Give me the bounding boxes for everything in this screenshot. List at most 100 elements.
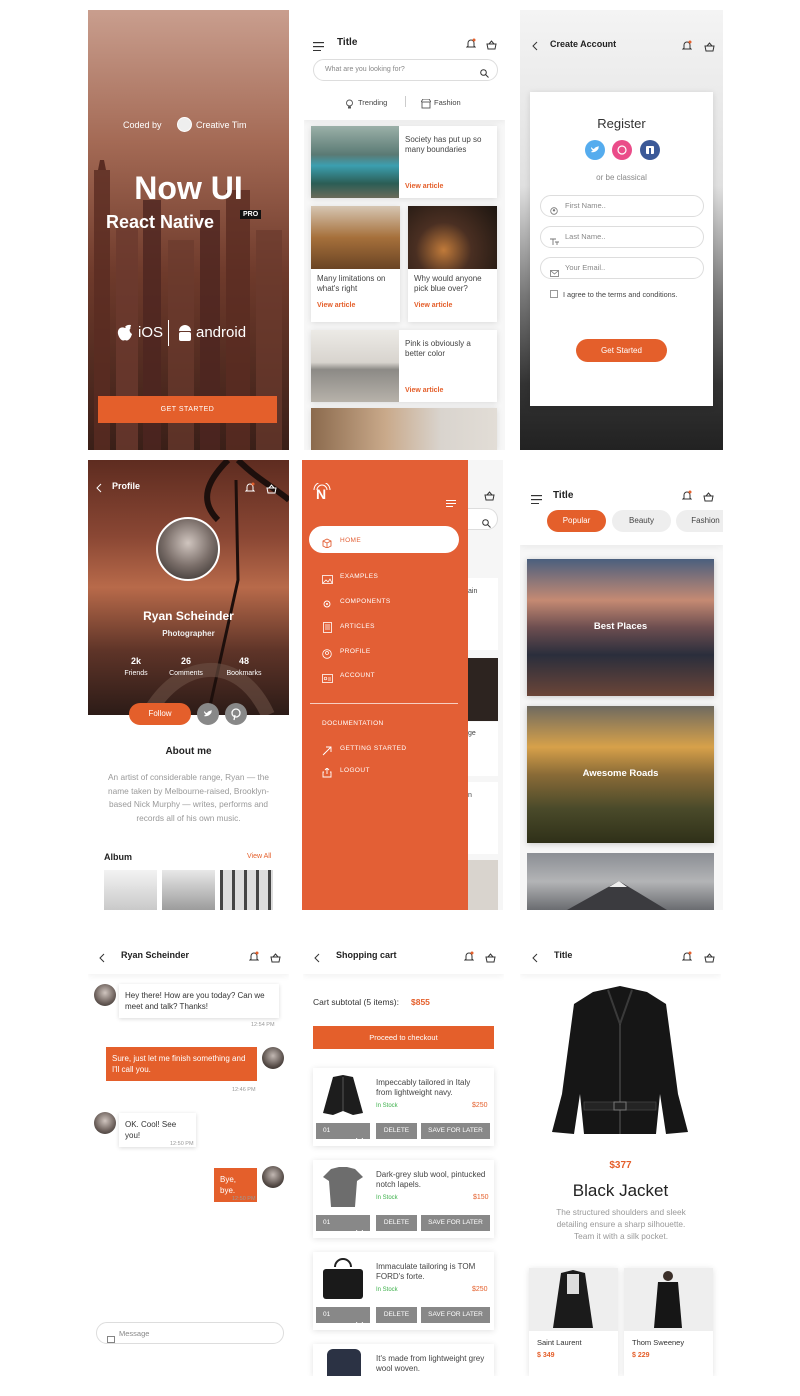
basket-icon[interactable] [703,489,714,507]
article-card-4[interactable]: Pink is obviously a better color View ar… [311,330,497,402]
article-text: Many limitations on what's right [317,274,386,293]
basket-icon[interactable] [486,37,497,55]
view-all-link[interactable]: View All [247,853,271,860]
first-name-field[interactable]: First Name.. [540,195,704,217]
menu-icon[interactable] [313,38,324,56]
bell-icon[interactable] [681,488,693,506]
article-card-3[interactable]: Why would anyone pick blue over? View ar… [408,206,497,322]
terms-label: I agree to the terms and conditions. [563,290,678,299]
save-for-later-button[interactable]: SAVE FOR LATER [421,1215,490,1231]
related-product-image [624,1268,713,1331]
view-article-link[interactable]: View article [405,387,443,394]
basket-icon[interactable] [704,39,715,57]
article-card-2[interactable]: Many limitations on what's right View ar… [311,206,400,322]
tab-beauty[interactable]: Beauty [612,510,671,532]
back-icon[interactable] [532,38,538,56]
product-image [538,984,702,1142]
menu-item-getting-started[interactable]: GETTING STARTED [340,745,406,752]
back-icon[interactable] [99,950,105,968]
tab-popular[interactable]: Popular [547,510,606,532]
document-icon [323,620,332,638]
bell-icon[interactable] [463,949,475,967]
menu-icon[interactable] [531,491,542,509]
cart-item-title: Dark-grey slub wool, pintucked notch lap… [376,1170,486,1189]
tab-trending[interactable]: Trending [358,98,387,107]
category-card-mountain[interactable] [527,853,714,910]
avatar [262,1047,284,1069]
last-name-field[interactable]: Last Name.. [540,226,704,248]
dribbble-button[interactable] [612,140,632,160]
menu-item-components[interactable]: COMPONENTS [340,598,391,605]
view-article-link[interactable]: View article [317,302,355,309]
checkout-button[interactable]: Proceed to checkout [313,1026,494,1049]
save-for-later-button[interactable]: SAVE FOR LATER [421,1123,490,1139]
landing-title: Now UI [134,170,243,206]
twitter-button[interactable] [197,703,219,725]
tab-fashion[interactable]: Fashion [434,98,461,107]
cart-item-3: Immaculate tailoring is TOM FORD's forte… [313,1252,494,1330]
basket-icon [484,488,495,506]
email-field[interactable]: Your Email.. [540,257,704,279]
back-icon[interactable] [532,950,538,968]
cart-item-price: $150 [473,1194,489,1201]
basket-icon[interactable] [485,950,496,968]
article-card-5[interactable] [311,408,497,450]
product-nav-title: Title [554,950,573,960]
search-icon[interactable] [480,65,489,83]
terms-checkbox[interactable] [550,290,558,298]
category-card-awesome-roads[interactable]: Awesome Roads [527,706,714,843]
avatar [262,1166,284,1188]
bell-icon[interactable] [244,480,256,498]
cart-item-4: It's made from lightweight grey wool wov… [313,1344,494,1376]
landing-screen: Coded by Creative Tim Now UI React Nativ… [88,10,289,450]
album-photo[interactable] [162,870,215,910]
view-article-link[interactable]: View article [405,183,443,190]
related-product-card[interactable]: Saint Laurent $ 349 [529,1268,618,1376]
stat-bookmarks-value: 48 [238,656,249,666]
back-icon[interactable] [314,950,320,968]
twitter-button[interactable] [585,140,605,160]
delete-button[interactable]: DELETE [376,1307,417,1323]
menu-item-articles[interactable]: ARTICLES [340,623,375,630]
get-started-button[interactable]: GET STARTED [98,396,277,423]
menu-item-home[interactable]: HOME [340,537,361,544]
articles-title: Title [337,37,358,48]
basket-icon[interactable] [266,481,277,499]
menu-item-examples[interactable]: EXAMPLES [340,573,378,580]
menu-item-profile[interactable]: PROFILE [340,648,371,655]
article-card-1[interactable]: Society has put up so many boundaries Vi… [311,126,497,198]
back-icon[interactable] [96,480,102,498]
basket-icon[interactable] [270,950,281,968]
cart-subtotal-label: Cart subtotal (5 items): [313,997,399,1007]
save-for-later-button[interactable]: SAVE FOR LATER [421,1307,490,1323]
drawer-panel: N HOME EXAMPLES COMPONENTS ARTICLES PROF… [302,460,468,910]
quantity-value: 01 [323,1219,331,1226]
tab-fashion[interactable]: Fashion [676,510,723,532]
bell-icon[interactable] [248,949,260,967]
delete-button[interactable]: DELETE [376,1215,417,1231]
menu-icon[interactable] [446,494,456,512]
register-screen: Create Account Register or be classical … [520,10,723,450]
category-label: Best Places [593,621,648,632]
pinterest-button[interactable] [225,703,247,725]
documentation-section-label: DOCUMENTATION [322,720,384,727]
bell-icon[interactable] [465,36,477,54]
basket-icon[interactable] [704,950,715,968]
menu-item-account[interactable]: ACCOUNT [340,672,375,679]
related-product-card[interactable]: Thom Sweeney $ 229 [624,1268,713,1376]
chat-message-sent: Sure, just let me finish something and I… [106,1047,257,1081]
bell-icon[interactable] [681,949,693,967]
menu-item-logout[interactable]: LOGOUT [340,767,370,774]
category-card-best-places[interactable]: Best Places [527,559,714,696]
album-photo[interactable] [220,870,273,910]
cart-item-2: Dark-grey slub wool, pintucked notch lap… [313,1160,494,1238]
product-screen: Title $377 Black Jacket The structured s… [520,922,721,1376]
bell-icon[interactable] [681,38,693,56]
delete-button[interactable]: DELETE [376,1123,417,1139]
view-article-link[interactable]: View article [414,302,452,309]
follow-button[interactable]: Follow [129,703,191,725]
album-photo[interactable] [104,870,157,910]
facebook-button[interactable] [640,140,660,160]
register-get-started-button[interactable]: Get Started [576,339,667,362]
bulb-icon [345,96,354,114]
